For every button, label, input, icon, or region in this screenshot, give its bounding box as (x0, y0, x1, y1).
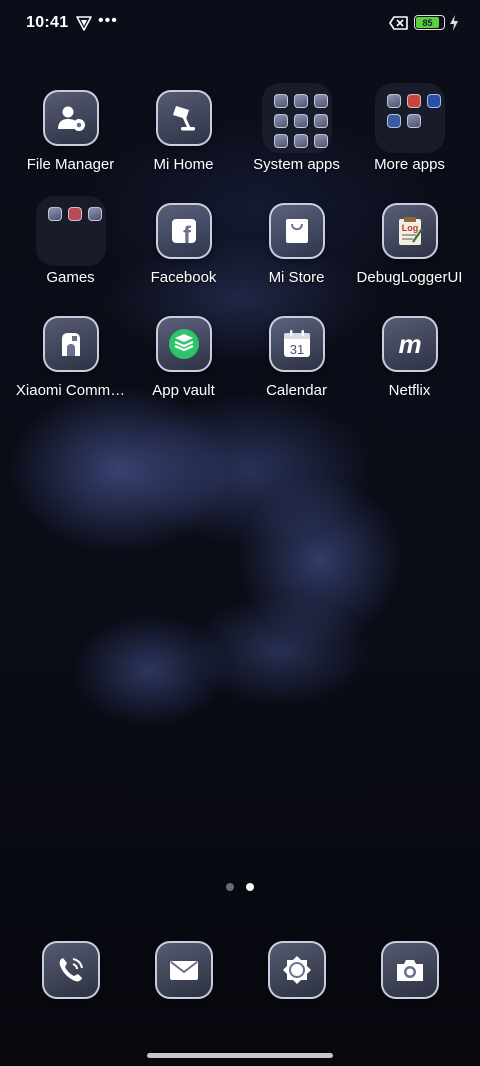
app-facebook[interactable]: f Facebook (127, 203, 240, 286)
mini-app-icon (313, 94, 328, 108)
app-label: Xiaomi Comm… (15, 382, 126, 399)
app-netflix[interactable]: m Netflix (353, 316, 466, 399)
mini-app-icon (386, 114, 401, 128)
dock-browser[interactable] (240, 941, 353, 999)
mini-app-icon (273, 114, 288, 128)
mini-app-icon (406, 114, 421, 128)
folder-icon (35, 196, 106, 266)
page-indicator[interactable] (0, 883, 480, 891)
mini-app-icon (273, 94, 288, 108)
mini-app-icon (273, 134, 288, 148)
dock-camera[interactable] (353, 941, 466, 999)
app-label: File Manager (26, 156, 115, 173)
mini-app-icon (313, 134, 328, 148)
facebook-icon: f (155, 203, 212, 259)
app-vault[interactable]: App vault (127, 316, 240, 399)
app-label: Mi Home (153, 156, 214, 173)
app-debuglogger[interactable]: Log DebugLoggerUI (353, 203, 466, 286)
shopping-bag-icon (268, 203, 325, 259)
dock-phone[interactable] (14, 941, 127, 999)
clock: 10:41 (26, 14, 69, 31)
calendar-icon: 31 (268, 316, 325, 372)
app-label: DebugLoggerUI (356, 269, 463, 286)
log-glyph: Log (401, 223, 418, 233)
phone-icon (41, 941, 100, 999)
app-label: Mi Store (268, 269, 325, 286)
app-label: System apps (253, 156, 340, 173)
camera-icon (380, 941, 439, 999)
mini-app-icon (313, 114, 328, 128)
file-manager-icon (42, 90, 99, 146)
app-file-manager[interactable]: File Manager (14, 90, 127, 173)
app-label: App vault (152, 382, 215, 399)
more-dots-icon: ••• (98, 12, 118, 29)
vpn-icon (76, 16, 92, 31)
app-vault-icon (155, 316, 212, 372)
page-dot-active[interactable] (246, 883, 254, 891)
app-label: Games (46, 269, 95, 286)
netflix-glyph: m (398, 329, 421, 359)
mini-app-icon (293, 114, 308, 128)
app-label: Facebook (150, 269, 217, 286)
folder-icon (261, 83, 332, 153)
folder-system-apps[interactable]: System apps (240, 83, 353, 173)
app-label: Calendar (266, 382, 327, 399)
calendar-day: 31 (289, 342, 303, 357)
battery-icon: 85 (414, 15, 445, 30)
app-mi-store[interactable]: Mi Store (240, 203, 353, 286)
mi-home-lamp-icon (155, 90, 212, 146)
no-sim-icon (389, 16, 408, 30)
message-icon (154, 941, 213, 999)
app-label: More apps (374, 156, 445, 173)
status-bar: 10:41 ••• 85 (0, 0, 480, 46)
mini-app-icon (293, 94, 308, 108)
app-calendar[interactable]: 31 Calendar (240, 316, 353, 399)
xiaomi-community-icon (42, 316, 99, 372)
mini-app-icon (406, 94, 421, 108)
facebook-glyph: f (183, 222, 192, 248)
page-dot[interactable] (226, 883, 234, 891)
app-label: Netflix (388, 382, 431, 399)
mini-app-icon (293, 134, 308, 148)
netflix-m-icon: m (381, 316, 438, 372)
mini-app-icon (386, 94, 401, 108)
folder-icon (374, 83, 445, 153)
dock-messages[interactable] (127, 941, 240, 999)
mini-app-icon (67, 207, 82, 221)
battery-level: 85 (416, 17, 439, 28)
mini-app-icon (426, 94, 441, 108)
folder-more-apps[interactable]: More apps (353, 83, 466, 173)
browser-icon (267, 941, 326, 999)
folder-games[interactable]: Games (14, 196, 127, 286)
charging-icon (450, 15, 458, 31)
mini-app-icon (87, 207, 102, 221)
app-mi-home[interactable]: Mi Home (127, 90, 240, 173)
log-clipboard-icon: Log (381, 203, 438, 259)
mini-app-icon (47, 207, 62, 221)
home-gesture-bar[interactable] (147, 1053, 333, 1058)
app-xiaomi-community[interactable]: Xiaomi Comm… (14, 316, 127, 399)
